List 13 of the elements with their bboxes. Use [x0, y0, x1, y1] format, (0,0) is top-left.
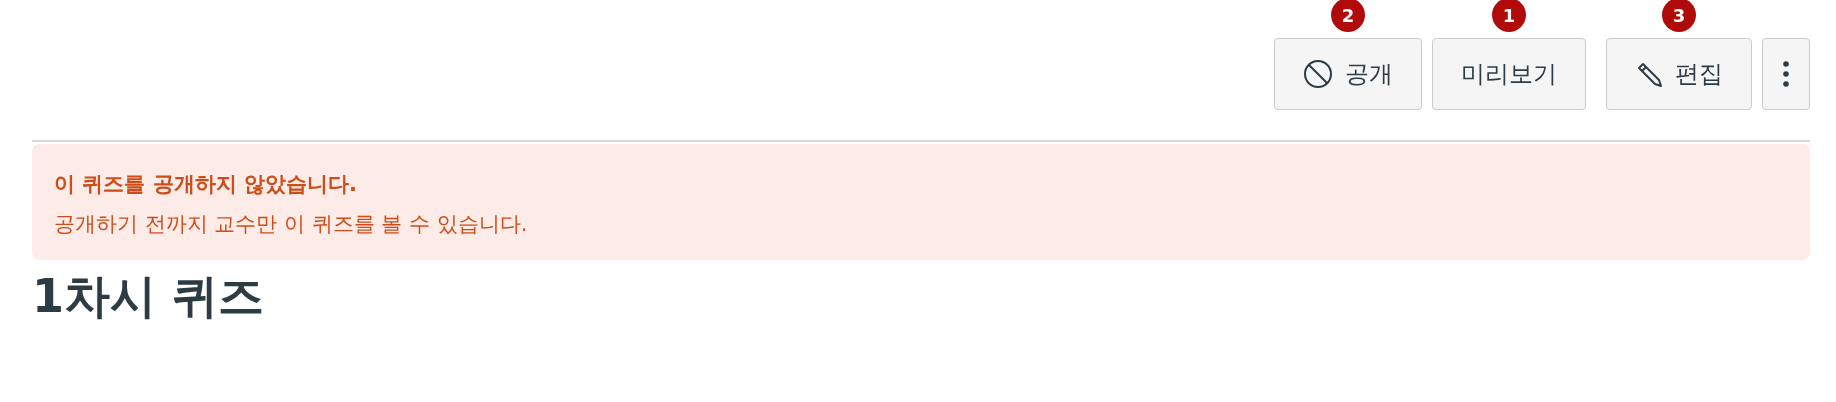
edit-button[interactable]: 편집: [1606, 38, 1752, 110]
pencil-icon: [1635, 60, 1663, 88]
more-button[interactable]: [1762, 38, 1810, 110]
preview-button[interactable]: 미리보기: [1432, 38, 1586, 110]
ban-icon: [1303, 59, 1333, 89]
number-badge: 2: [1331, 0, 1365, 32]
page-heading: 1차시 퀴즈: [32, 268, 266, 325]
more-icon: [1783, 61, 1789, 87]
number-badge: 1: [1492, 0, 1526, 32]
alert-message: 공개하기 전까지 교수만 이 퀴즈를 볼 수 있습니다.: [54, 211, 529, 238]
alert-title: 이 퀴즈를 공개하지 않았습니다.: [54, 171, 358, 198]
number-badge: 3: [1662, 0, 1696, 32]
publish-button[interactable]: 공개: [1274, 38, 1422, 110]
